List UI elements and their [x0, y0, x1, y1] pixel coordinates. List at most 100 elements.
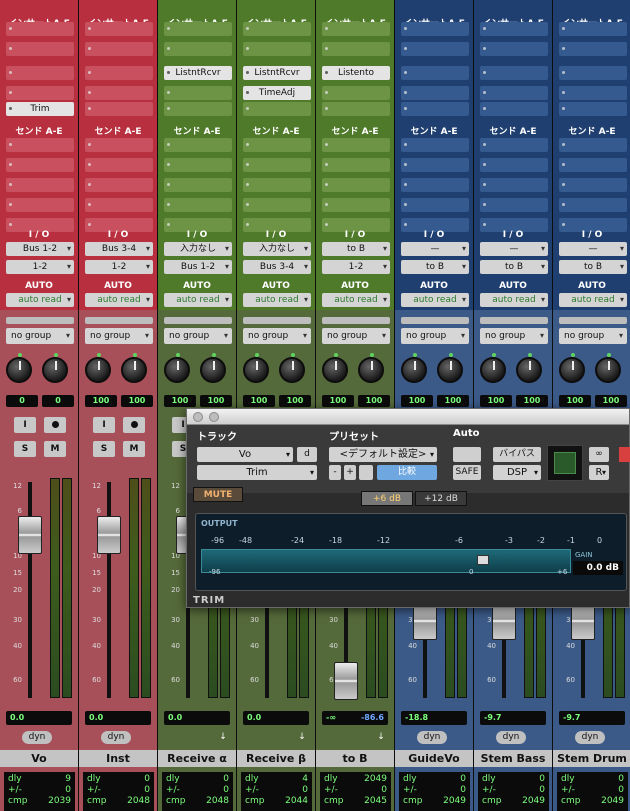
insert-slot[interactable] [401, 66, 469, 80]
pan-left-value[interactable]: 100 [401, 395, 433, 407]
pan-right-knob[interactable] [516, 353, 542, 383]
group-selector[interactable]: no group [85, 328, 153, 344]
send-slot[interactable] [559, 198, 627, 212]
group-selector[interactable]: no group [401, 328, 469, 344]
send-slot[interactable] [85, 138, 153, 152]
volume-fader[interactable] [97, 516, 121, 554]
send-slot[interactable] [480, 138, 548, 152]
io-input-selector[interactable]: Bus 1-2 [6, 242, 74, 256]
group-selector[interactable]: no group [322, 328, 390, 344]
send-slot[interactable] [6, 198, 74, 212]
down-arrow-icon[interactable]: ↓ [366, 731, 394, 744]
io-input-selector[interactable]: 入力なし [243, 242, 311, 256]
channel-selector[interactable]: R [589, 465, 609, 480]
insert-slot[interactable] [401, 42, 469, 56]
track-name[interactable]: Receive α [158, 750, 236, 767]
pan-left-value[interactable]: 100 [559, 395, 591, 407]
pan-right-knob[interactable] [595, 353, 621, 383]
send-slot[interactable] [559, 138, 627, 152]
pan-right-value[interactable]: 100 [437, 395, 469, 407]
insert-slot[interactable] [401, 22, 469, 36]
insert-slot[interactable] [480, 86, 548, 100]
send-slot[interactable] [164, 198, 232, 212]
send-slot[interactable] [480, 158, 548, 172]
send-slot[interactable] [559, 178, 627, 192]
insert-slot[interactable] [480, 22, 548, 36]
track-suffix-button[interactable]: d [297, 447, 317, 462]
pan-right-value[interactable]: 100 [595, 395, 627, 407]
track-name[interactable]: Inst [79, 750, 157, 767]
automation-mode-selector[interactable]: auto read [164, 293, 232, 307]
pan-right-value[interactable]: 100 [516, 395, 548, 407]
insert-slot[interactable]: Listento [322, 66, 390, 80]
pan-right-knob[interactable] [358, 353, 384, 383]
pan-right-value[interactable]: 100 [121, 395, 153, 407]
gain-slider-handle[interactable] [477, 555, 489, 565]
insert-slot[interactable] [164, 22, 232, 36]
send-slot[interactable] [243, 158, 311, 172]
insert-slot[interactable] [559, 22, 627, 36]
insert-slot[interactable] [322, 22, 390, 36]
track-name[interactable]: GuideVo [395, 750, 473, 767]
plus6db-button[interactable]: +6 dB [361, 491, 413, 506]
volume-value[interactable]: -9.7 [480, 711, 546, 725]
send-slot[interactable] [243, 198, 311, 212]
send-slot[interactable] [6, 158, 74, 172]
insert-slot[interactable] [480, 102, 548, 116]
preset-prev-button[interactable]: - [329, 465, 341, 480]
track-name[interactable]: to B [316, 750, 394, 767]
pan-left-knob[interactable] [164, 353, 190, 383]
io-output-selector[interactable]: Bus 3-4 [243, 260, 311, 274]
input-monitor-button[interactable]: I [14, 417, 36, 433]
send-slot[interactable] [85, 158, 153, 172]
send-slot[interactable] [243, 138, 311, 152]
io-input-selector[interactable]: — [480, 242, 548, 256]
automation-mode-selector[interactable]: auto read [480, 293, 548, 307]
pan-right-knob[interactable] [121, 353, 147, 383]
insert-slot[interactable] [164, 86, 232, 100]
pan-left-value[interactable]: 100 [322, 395, 354, 407]
pan-left-knob[interactable] [559, 353, 585, 383]
automation-mode-selector[interactable]: auto read [401, 293, 469, 307]
insert-slot[interactable] [6, 42, 74, 56]
safe-button[interactable]: SAFE [453, 465, 481, 480]
insert-slot[interactable] [6, 22, 74, 36]
insert-slot[interactable] [85, 42, 153, 56]
copy-settings-button[interactable] [359, 465, 373, 480]
pan-left-knob[interactable] [322, 353, 348, 383]
pan-right-knob[interactable] [42, 353, 68, 383]
automation-mode-selector[interactable]: auto read [85, 293, 153, 307]
pan-left-knob[interactable] [6, 353, 32, 383]
mute-button[interactable]: M [44, 441, 66, 457]
zoom-window-button[interactable] [209, 412, 219, 422]
insert-slot[interactable] [401, 86, 469, 100]
track-name[interactable]: Stem Drum [553, 750, 630, 767]
pan-left-knob[interactable] [85, 353, 111, 383]
insert-slot[interactable] [243, 42, 311, 56]
insert-slot[interactable] [243, 22, 311, 36]
volume-value[interactable]: 0.0 [6, 711, 72, 725]
pan-right-knob[interactable] [200, 353, 226, 383]
pan-right-value[interactable]: 0 [42, 395, 74, 407]
volume-fader[interactable] [334, 662, 358, 700]
preset-next-button[interactable]: + [344, 465, 356, 480]
pan-left-value[interactable]: 100 [164, 395, 196, 407]
record-button[interactable] [123, 417, 145, 433]
dyn-button[interactable]: dyn [575, 731, 605, 744]
preset-selector[interactable]: <デフォルト設定> [329, 447, 437, 462]
input-monitor-button[interactable]: I [93, 417, 115, 433]
automation-mode-selector[interactable]: auto read [322, 293, 390, 307]
pan-right-value[interactable]: 100 [200, 395, 232, 407]
volume-value[interactable]: -∞ -86.6 [322, 711, 388, 725]
pan-right-value[interactable]: 100 [279, 395, 311, 407]
send-slot[interactable] [85, 198, 153, 212]
insert-slot[interactable] [322, 42, 390, 56]
group-selector[interactable]: no group [164, 328, 232, 344]
pan-right-knob[interactable] [437, 353, 463, 383]
gain-slider[interactable] [201, 549, 571, 573]
io-input-selector[interactable]: 入力なし [164, 242, 232, 256]
pan-left-value[interactable]: 100 [243, 395, 275, 407]
plugin-titlebar[interactable] [187, 409, 629, 425]
send-slot[interactable] [322, 178, 390, 192]
automation-mode-selector[interactable]: auto read [559, 293, 627, 307]
